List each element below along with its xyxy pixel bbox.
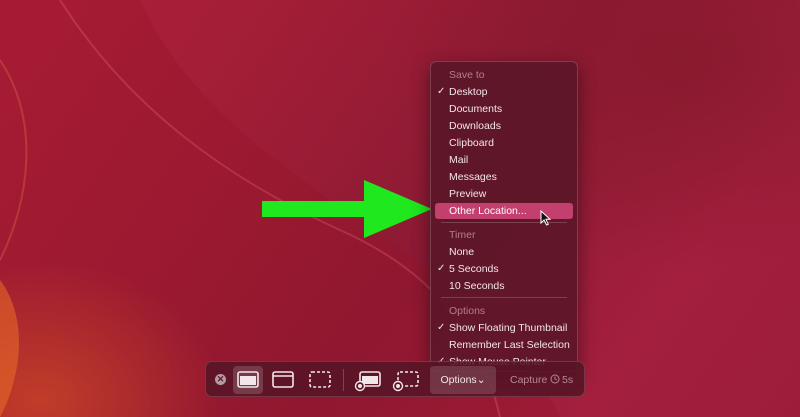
record-entire-screen-button[interactable]: [352, 366, 384, 394]
menu-item-label: None: [449, 246, 475, 258]
menu-item-documents[interactable]: Documents: [435, 101, 573, 117]
menu-header-options: Options: [449, 305, 486, 317]
menu-item-desktop[interactable]: ✓ Desktop: [435, 84, 573, 100]
menu-item-label: Show Floating Thumbnail: [449, 322, 568, 334]
menu-item-label: Messages: [449, 171, 497, 183]
annotation-arrow-icon: [262, 180, 432, 238]
menu-item-label: Preview: [449, 188, 487, 200]
record-selection-button[interactable]: [390, 366, 422, 394]
menu-item-clipboard[interactable]: Clipboard: [435, 135, 573, 151]
capture-label: Capture: [510, 374, 548, 386]
options-label: Options: [440, 374, 477, 386]
options-button[interactable]: Options⌄: [430, 366, 496, 394]
capture-selection-icon: [309, 371, 331, 388]
menu-item-label: Documents: [449, 103, 503, 115]
menu-item-downloads[interactable]: Downloads: [435, 118, 573, 134]
toolbar-divider: [343, 369, 344, 391]
menu-item-label: Desktop: [449, 86, 488, 98]
checkmark-icon: ✓: [437, 322, 446, 333]
mouse-cursor-icon: [540, 210, 552, 226]
menu-item-remember-last-selection[interactable]: Remember Last Selection: [435, 337, 573, 353]
capture-entire-screen-button[interactable]: [233, 366, 263, 394]
menu-item-label: Mail: [449, 154, 469, 166]
checkmark-icon: ✓: [437, 86, 446, 97]
menu-item-label: Clipboard: [449, 137, 494, 149]
menu-separator: [441, 297, 567, 298]
menu-item-mail[interactable]: Mail: [435, 152, 573, 168]
menu-item-show-floating-thumbnail[interactable]: ✓ Show Floating Thumbnail: [435, 320, 573, 336]
menu-item-label: 5 Seconds: [449, 263, 499, 275]
capture-entire-screen-icon: [237, 371, 259, 388]
menu-header-timer: Timer: [449, 229, 476, 241]
menu-item-label: 10 Seconds: [449, 280, 505, 292]
capture-button[interactable]: Capture 5s: [502, 366, 578, 394]
close-icon[interactable]: ✕: [215, 374, 226, 385]
menu-item-preview[interactable]: Preview: [435, 186, 573, 202]
menu-item-timer-none[interactable]: None: [435, 244, 573, 260]
menu-item-label: Downloads: [449, 120, 501, 132]
menu-item-timer-10-seconds[interactable]: 10 Seconds: [435, 278, 573, 294]
record-entire-screen-icon: [354, 371, 381, 392]
timer-clock-icon: [550, 374, 560, 384]
timer-value: 5s: [562, 374, 574, 386]
capture-window-icon: [272, 371, 294, 388]
capture-selection-button[interactable]: [305, 366, 335, 394]
menu-header-save-to: Save to: [449, 69, 485, 81]
menu-item-timer-5-seconds[interactable]: ✓ 5 Seconds: [435, 261, 573, 277]
menu-item-messages[interactable]: Messages: [435, 169, 573, 185]
menu-item-other-location[interactable]: Other Location...: [435, 203, 573, 219]
checkmark-icon: ✓: [437, 263, 446, 274]
record-selection-icon: [392, 371, 419, 392]
chevron-down-icon: ⌄: [476, 374, 486, 386]
screenshot-toolbar: ✕ Options⌄ Capture 5s: [205, 361, 585, 397]
menu-item-label: Other Location...: [449, 205, 527, 217]
options-menu: Save to ✓ Desktop Documents Downloads Cl…: [430, 61, 578, 372]
capture-window-button[interactable]: [268, 366, 298, 394]
menu-item-label: Remember Last Selection: [449, 339, 570, 351]
